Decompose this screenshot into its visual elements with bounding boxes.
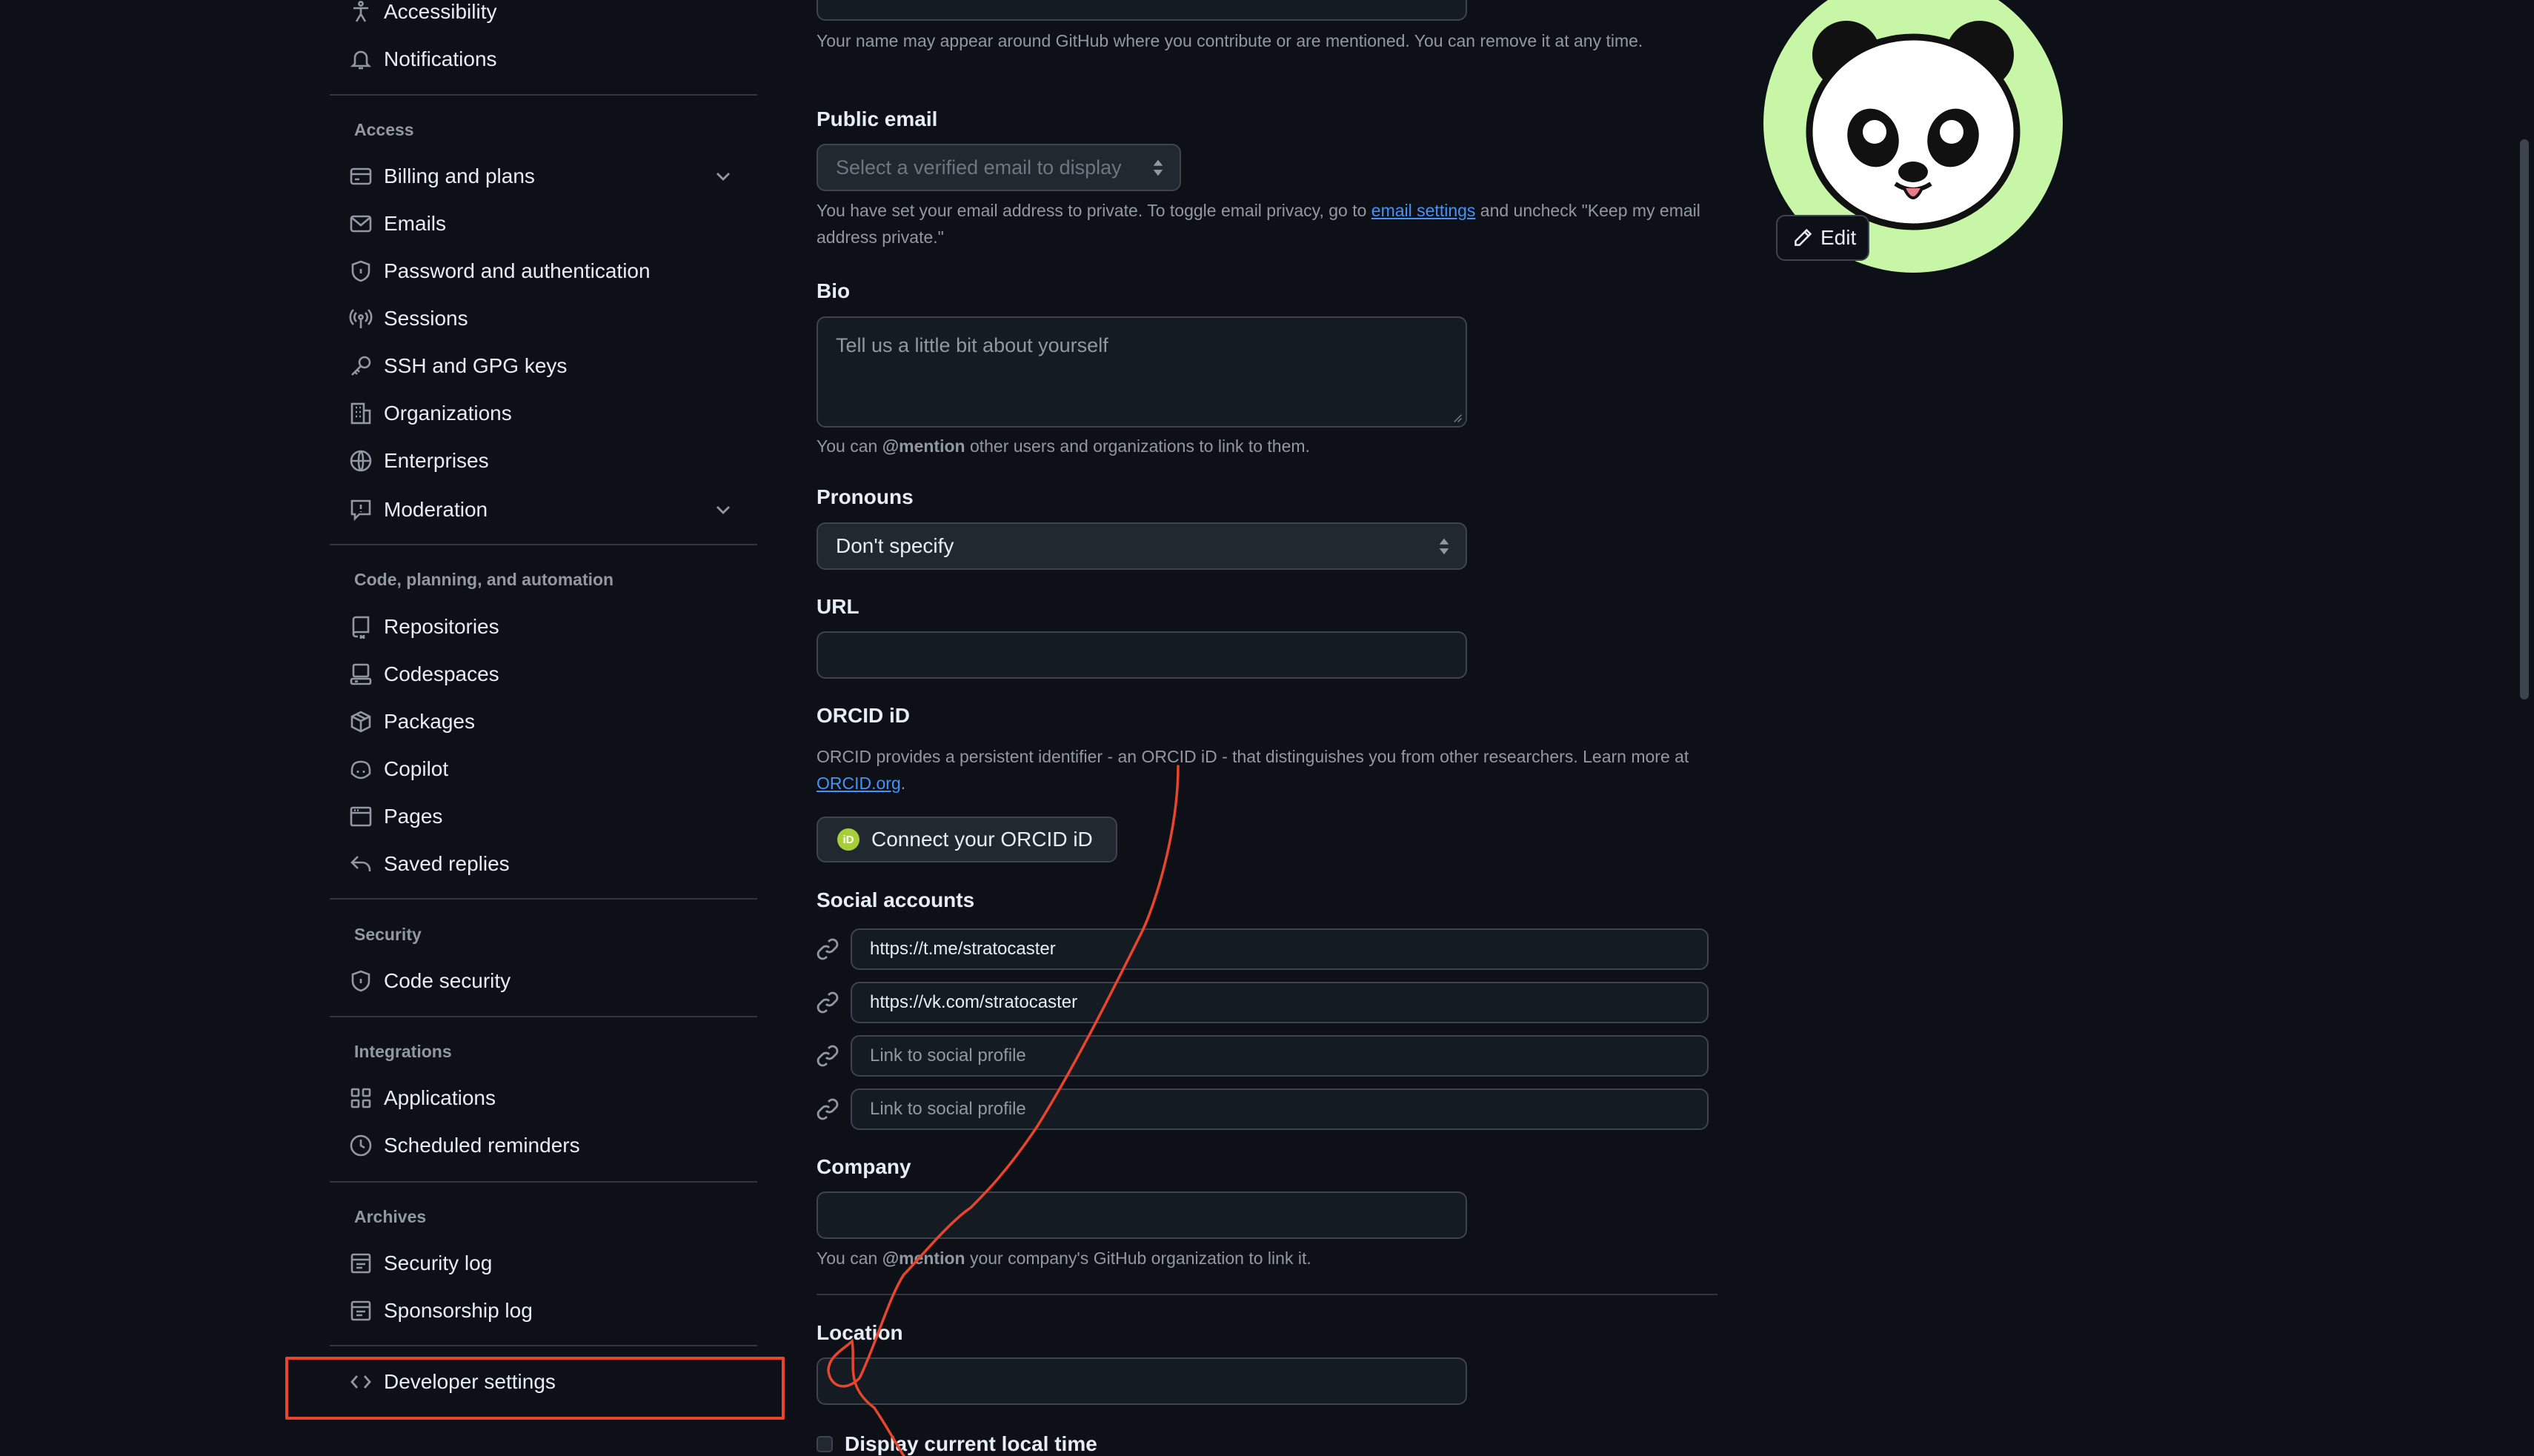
annotation-arrow-stroke [827,765,1180,1456]
